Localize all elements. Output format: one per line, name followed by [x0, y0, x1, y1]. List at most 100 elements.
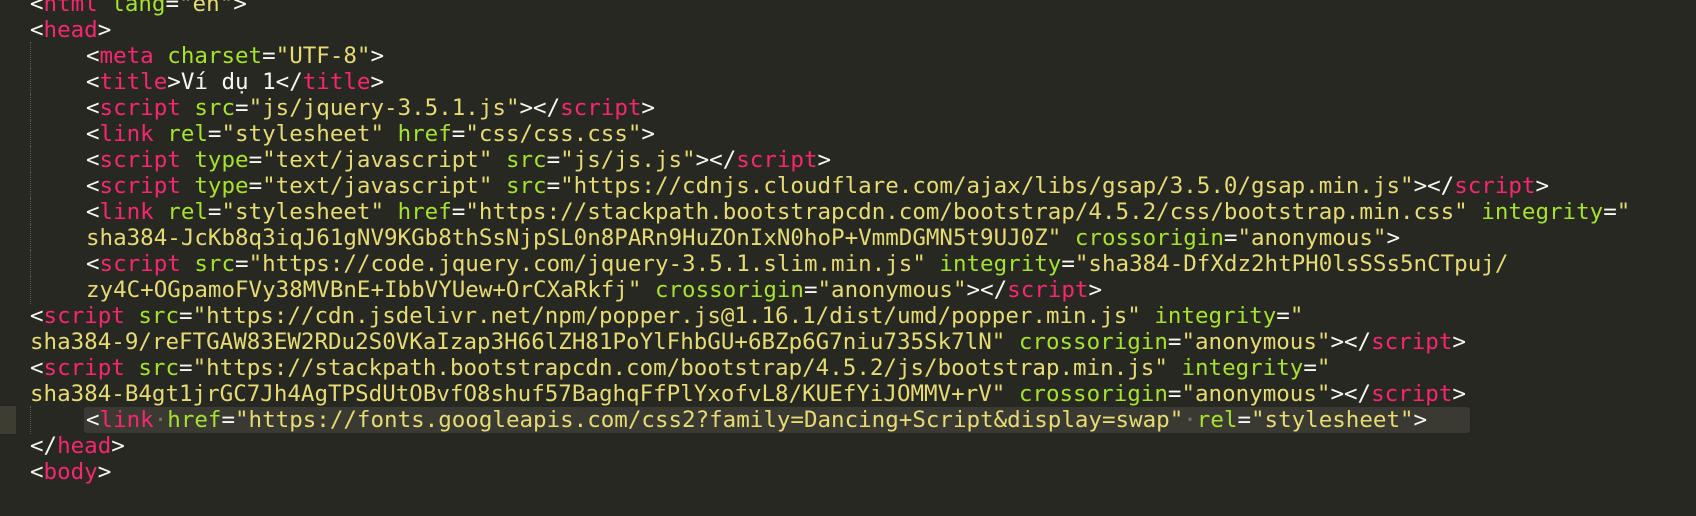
code-token: > — [111, 433, 125, 459]
code-line[interactable]: <link·href="https://fonts.googleapis.com… — [0, 406, 1696, 434]
code-token: = — [546, 173, 561, 199]
code-line[interactable]: zy4C+OGpamoFVy38MVBnE+IbbVYUew+OrCXaRkfj… — [0, 276, 1696, 304]
indent-guide — [30, 276, 31, 304]
code-token: > — [1452, 381, 1466, 407]
code-token: "https://code.jquery.com/jquery-3.5.1.sl… — [248, 251, 926, 277]
code-token: meta — [99, 43, 154, 69]
code-text: <script src="js/jquery-3.5.1.js"></scrip… — [86, 94, 655, 122]
code-text: <link rel="stylesheet" href="https://sta… — [86, 198, 1630, 226]
code-text: <script type="text/javascript" src="js/j… — [86, 146, 831, 174]
code-editor[interactable]: <html lang="en"> <head> <meta charset="UTF… — [0, 0, 1696, 516]
code-text: <script src="https://stackpath.bootstrap… — [30, 354, 1330, 382]
code-token: integrity — [1154, 303, 1277, 329]
code-text: <script type="text/javascript" src="http… — [86, 172, 1549, 200]
code-token: script — [1371, 329, 1453, 355]
code-token: = — [235, 251, 249, 277]
code-token: rel — [167, 121, 208, 147]
code-line[interactable]: sha384-9/reFTGAW83EW2RDu2S0VKaIzap3H66lZ… — [0, 328, 1696, 356]
code-token: src — [138, 355, 180, 381]
code-token: "anonymous" — [1237, 225, 1387, 251]
code-line[interactable]: <body> — [0, 458, 1696, 486]
code-token: src — [194, 251, 236, 277]
code-token: > — [370, 43, 385, 69]
code-line[interactable]: <script src="https://code.jquery.com/jqu… — [0, 250, 1696, 278]
indent-guide — [30, 172, 31, 200]
code-text: zy4C+OGpamoFVy38MVBnE+IbbVYUew+OrCXaRkfj… — [86, 276, 1102, 304]
code-token: script — [99, 173, 181, 199]
code-token: = — [546, 147, 561, 173]
code-line[interactable]: <script type="text/javascript" src="http… — [0, 172, 1696, 200]
code-token: "stylesheet" — [221, 121, 385, 147]
code-token: "sha384-DfXdz2htPH0lsSSs5nCTpuj/ — [1074, 251, 1509, 277]
code-token: > — [97, 17, 112, 43]
code-token: " — [1616, 199, 1631, 225]
code-token: = — [207, 199, 222, 225]
code-token: script — [99, 147, 181, 173]
code-line[interactable]: <script src="https://stackpath.bootstrap… — [0, 354, 1696, 382]
code-token: < — [86, 43, 100, 69]
code-token: "anonymous" — [1181, 329, 1331, 355]
code-token: src — [505, 173, 547, 199]
code-token: ></ — [519, 95, 561, 121]
code-token: ></ — [966, 277, 1008, 303]
indent-guide — [30, 146, 31, 174]
code-token: rel — [167, 199, 208, 225]
code-token: script — [99, 251, 181, 277]
code-token: < — [30, 303, 44, 329]
code-line[interactable]: sha384-JcKb8q3iqJ61gNV9KGb8thSsNjpSL0n8P… — [0, 224, 1696, 252]
code-token: crossorigin — [1018, 381, 1168, 407]
indent-guide — [30, 94, 31, 122]
code-line[interactable]: <head> — [0, 16, 1696, 44]
code-line[interactable]: sha384-B4gt1jrGC7Jh4AgTPSdUtOBvfO8shuf57… — [0, 380, 1696, 408]
code-token: = — [221, 407, 236, 433]
code-line[interactable]: <script src="https://cdn.jsdelivr.net/np… — [0, 302, 1696, 330]
code-token: "stylesheet" — [1250, 407, 1414, 433]
code-token: = — [1167, 381, 1182, 407]
code-token: link — [99, 407, 154, 433]
code-token: · — [1183, 407, 1197, 433]
code-token: = — [1276, 303, 1290, 329]
code-line[interactable]: <script type="text/javascript" src="js/j… — [0, 146, 1696, 174]
code-text: <script src="https://code.jquery.com/jqu… — [86, 250, 1508, 278]
code-token: href — [167, 407, 222, 433]
code-token: = — [451, 199, 466, 225]
code-token: = — [1303, 355, 1317, 381]
code-token: < — [30, 0, 44, 17]
code-line[interactable]: <title>Ví dụ 1</title> — [0, 68, 1696, 96]
code-line[interactable]: <link rel="stylesheet" href="css/css.css… — [0, 120, 1696, 148]
code-token: < — [30, 355, 44, 381]
code-token: "https://fonts.googleapis.com/css2?famil… — [235, 407, 1184, 433]
code-token: = — [1237, 407, 1251, 433]
code-token: src — [194, 95, 236, 121]
code-token: < — [30, 17, 44, 43]
code-token: rel — [1196, 407, 1238, 433]
code-token: > — [370, 69, 385, 95]
code-token: script — [1454, 173, 1536, 199]
code-line[interactable]: <meta charset="UTF-8"> — [0, 42, 1696, 70]
code-token: type — [194, 173, 249, 199]
code-token: script — [43, 303, 125, 329]
code-token: < — [86, 121, 100, 147]
code-line[interactable]: <script src="js/jquery-3.5.1.js"></scrip… — [0, 94, 1696, 122]
code-token: = — [207, 121, 222, 147]
code-token: integrity — [939, 251, 1062, 277]
code-line[interactable]: </head> — [0, 432, 1696, 460]
code-token: "anonymous" — [1181, 381, 1331, 407]
code-token: href — [397, 199, 452, 225]
code-token: script — [99, 95, 181, 121]
code-token: crossorigin — [1018, 329, 1168, 355]
code-line[interactable]: <link rel="stylesheet" href="https://sta… — [0, 198, 1696, 226]
indent-guide — [30, 250, 31, 278]
